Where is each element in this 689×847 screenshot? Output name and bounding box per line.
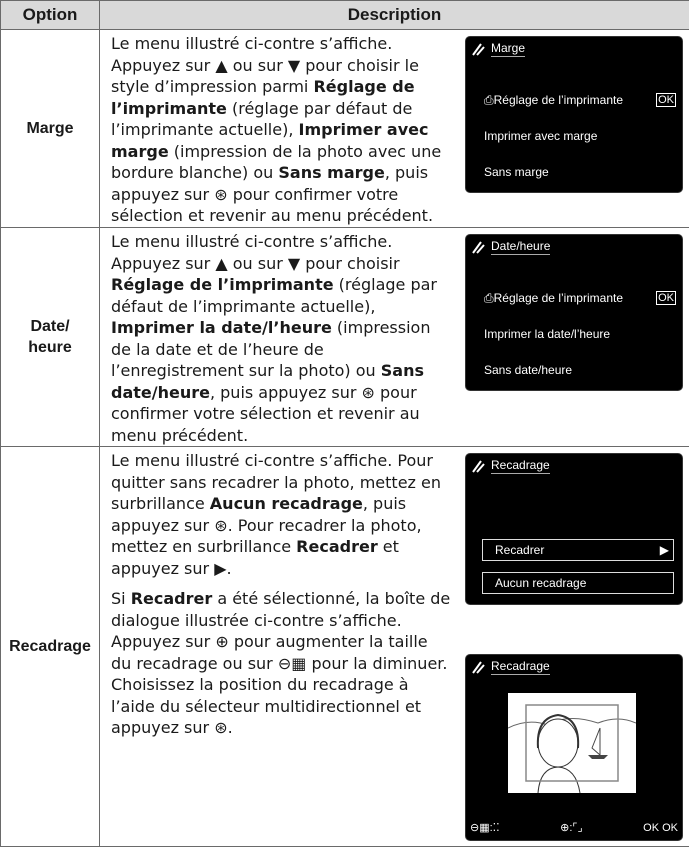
- description-cell: Recadrage Recadrer▶ Aucun recadrage Le m…: [100, 447, 689, 847]
- description-cell: Date/heure ⎙Réglage de l’imprimanteOK Im…: [100, 228, 689, 447]
- bold-term: Aucun recadrage: [210, 494, 363, 513]
- ok-icon: OK: [656, 93, 676, 107]
- description-cell: Marge ⎙Réglage de l’imprimanteOK Imprime…: [100, 30, 689, 228]
- text-run: a été sélectionné, la boîte de dialogue …: [111, 589, 450, 737]
- ok-icon: OK: [656, 291, 676, 305]
- option-cell: Date/ heure: [1, 228, 100, 447]
- option-cell: Recadrage: [1, 447, 100, 847]
- option-table: Option Description Marge Marge ⎙Réglage …: [0, 0, 689, 847]
- description-text: Le menu illustré ci-contre s’affiche. Ap…: [111, 33, 451, 227]
- screen-item: ⎙Réglage de l’imprimanteOK: [484, 289, 676, 307]
- table-row: Recadrage Recadrage Recadrer▶ Aucun reca…: [1, 447, 689, 847]
- menu-back-icon: [471, 458, 487, 474]
- description-text: Le menu illustré ci-contre s’affiche. Ap…: [111, 231, 451, 446]
- bold-term: Réglage de l’imprimante: [111, 275, 334, 294]
- zoom-out-hint: ⊖▦:⁚⁚: [470, 820, 500, 836]
- menu-back-icon: [471, 41, 487, 57]
- crop-preview-image: [508, 693, 636, 793]
- zoom-in-hint: ⊕:⌜⌟: [560, 820, 583, 836]
- screen-item: Aucun recadrage: [482, 572, 674, 594]
- option-label: heure: [28, 339, 72, 356]
- screen-help-bar: ⊖▦:⁚⁚ ⊕:⌜⌟ OK OK: [470, 820, 678, 836]
- screen-item: Imprimer avec marge: [484, 127, 676, 145]
- camera-screen: Recadrage Recadrer▶ Aucun recadrage: [466, 454, 682, 604]
- arrow-right-icon: ▶: [660, 540, 669, 560]
- option-label: Date/: [30, 318, 69, 335]
- option-label: Marge: [26, 120, 73, 137]
- option-label: Recadrage: [9, 638, 91, 655]
- screen-item: Imprimer la date/l’heure: [484, 325, 676, 343]
- table-row: Marge Marge ⎙Réglage de l’imprimanteOK I…: [1, 30, 689, 228]
- bold-term: Recadrer: [131, 589, 213, 608]
- screen-title: Recadrage: [491, 659, 550, 675]
- menu-back-icon: [471, 659, 487, 675]
- header-description: Description: [100, 1, 689, 30]
- description-text: Si Recadrer a été sélectionné, la boîte …: [111, 588, 451, 739]
- text-run: Le menu illustré ci-contre s’affiche. Ap…: [111, 232, 400, 273]
- bold-term: Sans marge: [278, 163, 384, 182]
- text-run: Si: [111, 589, 131, 608]
- bold-term: Recadrer: [296, 537, 378, 556]
- screen-item: Recadrer▶: [482, 539, 674, 561]
- camera-screen: Date/heure ⎙Réglage de l’imprimanteOK Im…: [466, 235, 682, 390]
- option-cell: Marge: [1, 30, 100, 228]
- header-option: Option: [1, 1, 100, 30]
- menu-back-icon: [471, 239, 487, 255]
- table-row: Date/ heure Date/heure ⎙Réglage de l’imp…: [1, 228, 689, 447]
- screen-title: Recadrage: [491, 458, 550, 474]
- screen-item: Sans date/heure: [484, 361, 676, 379]
- screen-item: Sans marge: [484, 163, 676, 181]
- screen-title: Marge: [491, 41, 525, 57]
- camera-screen: Recadrage ⊖▦:⁚⁚ ⊕:⌜⌟ OK OK: [466, 655, 682, 840]
- description-text: Le menu illustré ci-contre s’affiche. Po…: [111, 450, 451, 579]
- screen-item: ⎙Réglage de l’imprimanteOK: [484, 91, 676, 109]
- screen-title: Date/heure: [491, 239, 550, 255]
- ok-hint: OK OK: [643, 820, 678, 836]
- camera-screen: Marge ⎙Réglage de l’imprimanteOK Imprime…: [466, 37, 682, 192]
- bold-term: Imprimer la date/l’heure: [111, 318, 332, 337]
